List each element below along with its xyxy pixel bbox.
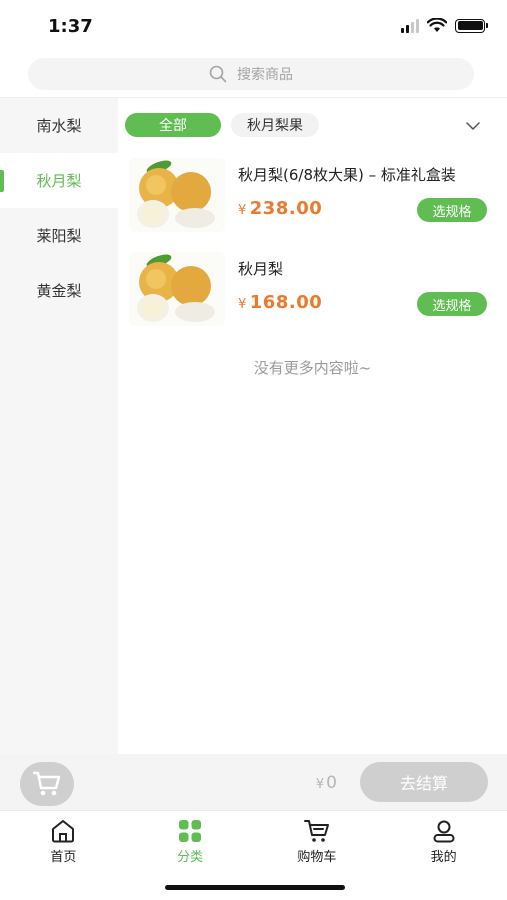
cart-button[interactable] xyxy=(20,762,74,806)
product-image xyxy=(129,252,225,326)
select-spec-button[interactable]: 选规格 xyxy=(417,292,487,316)
product-image xyxy=(129,158,225,232)
wifi-icon xyxy=(427,18,447,32)
search-icon xyxy=(209,65,227,83)
bottom-tab-bar: 首页 分类 购物车 我的 xyxy=(0,810,507,870)
expand-filters-button[interactable] xyxy=(462,117,484,135)
tab-cart[interactable]: 购物车 xyxy=(254,811,381,870)
chip-qiuyue-fruit[interactable]: 秋月梨果 xyxy=(231,113,319,137)
sidebar-item-qiuyue-pear[interactable]: 秋月梨 xyxy=(0,153,118,208)
chip-all[interactable]: 全部 xyxy=(125,113,221,137)
category-sidebar: 南水梨 秋月梨 莱阳梨 黄金梨 xyxy=(0,98,118,754)
home-icon xyxy=(52,820,75,843)
sidebar-item-nanshui-pear[interactable]: 南水梨 xyxy=(0,98,118,153)
status-icons xyxy=(401,18,488,33)
search-bar[interactable]: 搜索商品 xyxy=(28,58,474,90)
select-spec-button[interactable]: 选规格 xyxy=(417,198,487,222)
user-icon xyxy=(433,820,455,843)
cart-bar: ¥0 去结算 xyxy=(0,754,507,810)
product-card[interactable]: 秋月梨 ¥168.00 选规格 xyxy=(125,250,495,330)
tab-label: 我的 xyxy=(430,850,457,865)
tab-label: 购物车 xyxy=(297,850,337,865)
search-placeholder: 搜索商品 xyxy=(237,67,293,83)
cart-icon xyxy=(303,820,329,842)
status-time: 1:37 xyxy=(48,16,93,37)
cart-total: ¥0 xyxy=(315,773,337,793)
category-icon xyxy=(179,820,202,842)
home-indicator xyxy=(165,885,345,890)
tab-home[interactable]: 首页 xyxy=(0,811,127,870)
battery-icon xyxy=(455,18,488,33)
chevron-down-icon xyxy=(466,121,480,130)
tab-profile[interactable]: 我的 xyxy=(380,811,507,870)
product-price: ¥238.00 xyxy=(238,198,323,219)
checkout-button[interactable]: 去结算 xyxy=(360,762,488,802)
tab-category[interactable]: 分类 xyxy=(127,811,254,870)
tab-label: 首页 xyxy=(50,850,77,865)
sidebar-item-golden-pear[interactable]: 黄金梨 xyxy=(0,263,118,318)
product-name: 秋月梨(6/8枚大果) – 标准礼盒装 xyxy=(238,166,456,184)
status-bar: 1:37 xyxy=(0,0,507,54)
signal-icon xyxy=(401,18,419,33)
sidebar-item-laiyang-pear[interactable]: 莱阳梨 xyxy=(0,208,118,263)
product-card[interactable]: 秋月梨(6/8枚大果) – 标准礼盒装 ¥238.00 选规格 xyxy=(125,156,495,236)
shopping-cart-icon xyxy=(33,771,61,796)
product-name: 秋月梨 xyxy=(238,260,284,278)
tab-label: 分类 xyxy=(177,850,204,865)
product-price: ¥168.00 xyxy=(238,292,323,313)
filter-chips: 全部 秋月梨果 xyxy=(125,113,319,137)
no-more-text: 没有更多内容啦~ xyxy=(253,359,372,377)
